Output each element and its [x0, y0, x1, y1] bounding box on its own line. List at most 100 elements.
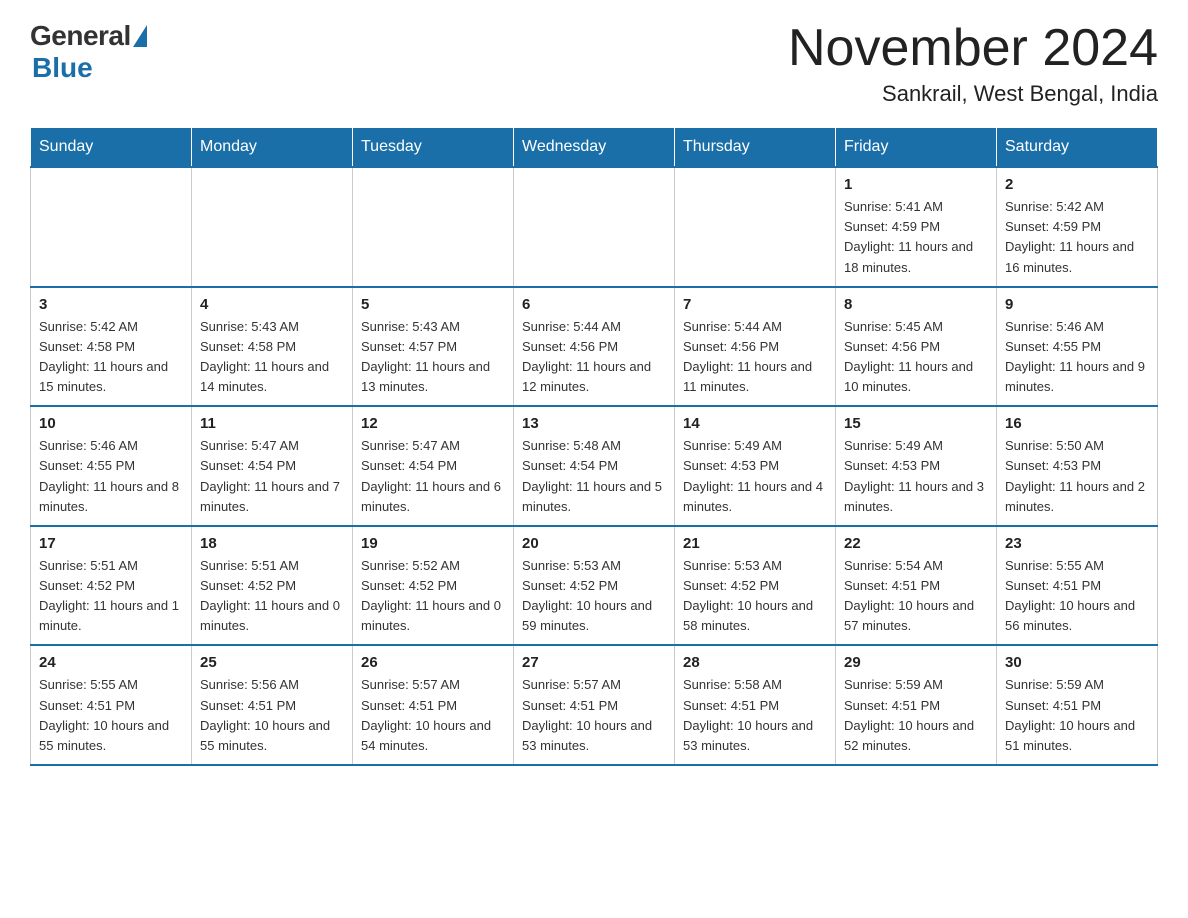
day-number: 14	[683, 415, 827, 432]
day-info: Sunrise: 5:47 AM Sunset: 4:54 PM Dayligh…	[361, 436, 505, 517]
day-info: Sunrise: 5:42 AM Sunset: 4:58 PM Dayligh…	[39, 317, 183, 398]
day-info: Sunrise: 5:54 AM Sunset: 4:51 PM Dayligh…	[844, 556, 988, 637]
calendar-cell: 7 Sunrise: 5:44 AM Sunset: 4:56 PM Daylig…	[675, 287, 836, 407]
calendar-cell: 23 Sunrise: 5:55 AM Sunset: 4:51 PM Dayli…	[997, 526, 1158, 646]
day-info: Sunrise: 5:43 AM Sunset: 4:58 PM Dayligh…	[200, 317, 344, 398]
calendar-cell: 1 Sunrise: 5:41 AM Sunset: 4:59 PM Daylig…	[836, 167, 997, 287]
calendar-cell: 16Sunrise: 5:50 AM Sunset: 4:53 PM Dayli…	[997, 406, 1158, 526]
day-info: Sunrise: 5:46 AM Sunset: 4:55 PM Dayligh…	[39, 436, 183, 517]
calendar-cell: 2 Sunrise: 5:42 AM Sunset: 4:59 PM Daylig…	[997, 167, 1158, 287]
day-number: 23	[1005, 535, 1149, 552]
calendar-week-3: 10 Sunrise: 5:46 AM Sunset: 4:55 PM Dayli…	[31, 406, 1158, 526]
day-info: Sunrise: 5:59 AM Sunset: 4:51 PM Dayligh…	[1005, 675, 1149, 756]
calendar-cell: 5Sunrise: 5:43 AM Sunset: 4:57 PM Daylig…	[353, 287, 514, 407]
page-header: General Blue November 2024 Sankrail, Wes…	[30, 20, 1158, 107]
day-number: 15	[844, 415, 988, 432]
day-number: 27	[522, 654, 666, 671]
day-number: 18	[200, 535, 344, 552]
calendar-cell: 29Sunrise: 5:59 AM Sunset: 4:51 PM Dayli…	[836, 645, 997, 765]
day-info: Sunrise: 5:44 AM Sunset: 4:56 PM Dayligh…	[522, 317, 666, 398]
day-number: 21	[683, 535, 827, 552]
day-number: 5	[361, 296, 505, 313]
day-number: 8	[844, 296, 988, 313]
day-info: Sunrise: 5:57 AM Sunset: 4:51 PM Dayligh…	[361, 675, 505, 756]
day-number: 10	[39, 415, 183, 432]
day-info: Sunrise: 5:42 AM Sunset: 4:59 PM Dayligh…	[1005, 197, 1149, 278]
calendar-cell: 4 Sunrise: 5:43 AM Sunset: 4:58 PM Daylig…	[192, 287, 353, 407]
calendar-header-row: SundayMondayTuesdayWednesdayThursdayFrid…	[31, 128, 1158, 168]
day-info: Sunrise: 5:46 AM Sunset: 4:55 PM Dayligh…	[1005, 317, 1149, 398]
day-number: 26	[361, 654, 505, 671]
calendar-cell: 3Sunrise: 5:42 AM Sunset: 4:58 PM Daylig…	[31, 287, 192, 407]
day-info: Sunrise: 5:47 AM Sunset: 4:54 PM Dayligh…	[200, 436, 344, 517]
day-info: Sunrise: 5:49 AM Sunset: 4:53 PM Dayligh…	[683, 436, 827, 517]
calendar-cell: 9 Sunrise: 5:46 AM Sunset: 4:55 PM Daylig…	[997, 287, 1158, 407]
day-number: 6	[522, 296, 666, 313]
calendar-cell: 13 Sunrise: 5:48 AM Sunset: 4:54 PM Dayli…	[514, 406, 675, 526]
calendar-cell: 11 Sunrise: 5:47 AM Sunset: 4:54 PM Dayli…	[192, 406, 353, 526]
calendar-week-2: 3Sunrise: 5:42 AM Sunset: 4:58 PM Daylig…	[31, 287, 1158, 407]
day-info: Sunrise: 5:57 AM Sunset: 4:51 PM Dayligh…	[522, 675, 666, 756]
logo: General Blue	[30, 20, 147, 84]
day-info: Sunrise: 5:55 AM Sunset: 4:51 PM Dayligh…	[1005, 556, 1149, 637]
calendar-cell: 30 Sunrise: 5:59 AM Sunset: 4:51 PM Dayli…	[997, 645, 1158, 765]
day-number: 20	[522, 535, 666, 552]
calendar-header-sunday: Sunday	[31, 128, 192, 168]
calendar-cell	[353, 167, 514, 287]
calendar-cell: 6 Sunrise: 5:44 AM Sunset: 4:56 PM Daylig…	[514, 287, 675, 407]
day-info: Sunrise: 5:52 AM Sunset: 4:52 PM Dayligh…	[361, 556, 505, 637]
day-info: Sunrise: 5:55 AM Sunset: 4:51 PM Dayligh…	[39, 675, 183, 756]
day-info: Sunrise: 5:51 AM Sunset: 4:52 PM Dayligh…	[200, 556, 344, 637]
calendar-cell: 27 Sunrise: 5:57 AM Sunset: 4:51 PM Dayli…	[514, 645, 675, 765]
logo-triangle-icon	[133, 25, 147, 47]
logo-blue-text: Blue	[32, 52, 93, 84]
calendar-cell: 21 Sunrise: 5:53 AM Sunset: 4:52 PM Dayli…	[675, 526, 836, 646]
day-number: 25	[200, 654, 344, 671]
calendar-header-monday: Monday	[192, 128, 353, 168]
calendar-cell: 15 Sunrise: 5:49 AM Sunset: 4:53 PM Dayli…	[836, 406, 997, 526]
day-number: 29	[844, 654, 988, 671]
location-title: Sankrail, West Bengal, India	[788, 81, 1158, 107]
day-number: 7	[683, 296, 827, 313]
calendar-cell: 10 Sunrise: 5:46 AM Sunset: 4:55 PM Dayli…	[31, 406, 192, 526]
calendar-cell	[192, 167, 353, 287]
calendar-cell: 12Sunrise: 5:47 AM Sunset: 4:54 PM Dayli…	[353, 406, 514, 526]
day-number: 9	[1005, 296, 1149, 313]
day-number: 19	[361, 535, 505, 552]
calendar-week-1: 1 Sunrise: 5:41 AM Sunset: 4:59 PM Daylig…	[31, 167, 1158, 287]
day-info: Sunrise: 5:53 AM Sunset: 4:52 PM Dayligh…	[522, 556, 666, 637]
calendar-cell: 22 Sunrise: 5:54 AM Sunset: 4:51 PM Dayli…	[836, 526, 997, 646]
calendar-cell: 17Sunrise: 5:51 AM Sunset: 4:52 PM Dayli…	[31, 526, 192, 646]
day-number: 13	[522, 415, 666, 432]
day-info: Sunrise: 5:49 AM Sunset: 4:53 PM Dayligh…	[844, 436, 988, 517]
calendar-header-saturday: Saturday	[997, 128, 1158, 168]
calendar-cell: 14 Sunrise: 5:49 AM Sunset: 4:53 PM Dayli…	[675, 406, 836, 526]
logo-general-text: General	[30, 20, 131, 52]
day-number: 22	[844, 535, 988, 552]
calendar-cell: 8 Sunrise: 5:45 AM Sunset: 4:56 PM Daylig…	[836, 287, 997, 407]
calendar-table: SundayMondayTuesdayWednesdayThursdayFrid…	[30, 127, 1158, 766]
day-number: 1	[844, 176, 988, 193]
calendar-cell	[675, 167, 836, 287]
calendar-cell: 25Sunrise: 5:56 AM Sunset: 4:51 PM Dayli…	[192, 645, 353, 765]
day-info: Sunrise: 5:44 AM Sunset: 4:56 PM Dayligh…	[683, 317, 827, 398]
day-number: 28	[683, 654, 827, 671]
day-number: 11	[200, 415, 344, 432]
day-number: 30	[1005, 654, 1149, 671]
day-info: Sunrise: 5:51 AM Sunset: 4:52 PM Dayligh…	[39, 556, 183, 637]
day-number: 4	[200, 296, 344, 313]
day-info: Sunrise: 5:50 AM Sunset: 4:53 PM Dayligh…	[1005, 436, 1149, 517]
calendar-header-wednesday: Wednesday	[514, 128, 675, 168]
day-info: Sunrise: 5:53 AM Sunset: 4:52 PM Dayligh…	[683, 556, 827, 637]
calendar-week-5: 24 Sunrise: 5:55 AM Sunset: 4:51 PM Dayli…	[31, 645, 1158, 765]
calendar-header-tuesday: Tuesday	[353, 128, 514, 168]
title-block: November 2024 Sankrail, West Bengal, Ind…	[788, 20, 1158, 107]
calendar-week-4: 17Sunrise: 5:51 AM Sunset: 4:52 PM Dayli…	[31, 526, 1158, 646]
day-info: Sunrise: 5:41 AM Sunset: 4:59 PM Dayligh…	[844, 197, 988, 278]
day-number: 24	[39, 654, 183, 671]
day-info: Sunrise: 5:45 AM Sunset: 4:56 PM Dayligh…	[844, 317, 988, 398]
month-year-title: November 2024	[788, 20, 1158, 77]
day-number: 2	[1005, 176, 1149, 193]
day-info: Sunrise: 5:48 AM Sunset: 4:54 PM Dayligh…	[522, 436, 666, 517]
calendar-cell: 28Sunrise: 5:58 AM Sunset: 4:51 PM Dayli…	[675, 645, 836, 765]
